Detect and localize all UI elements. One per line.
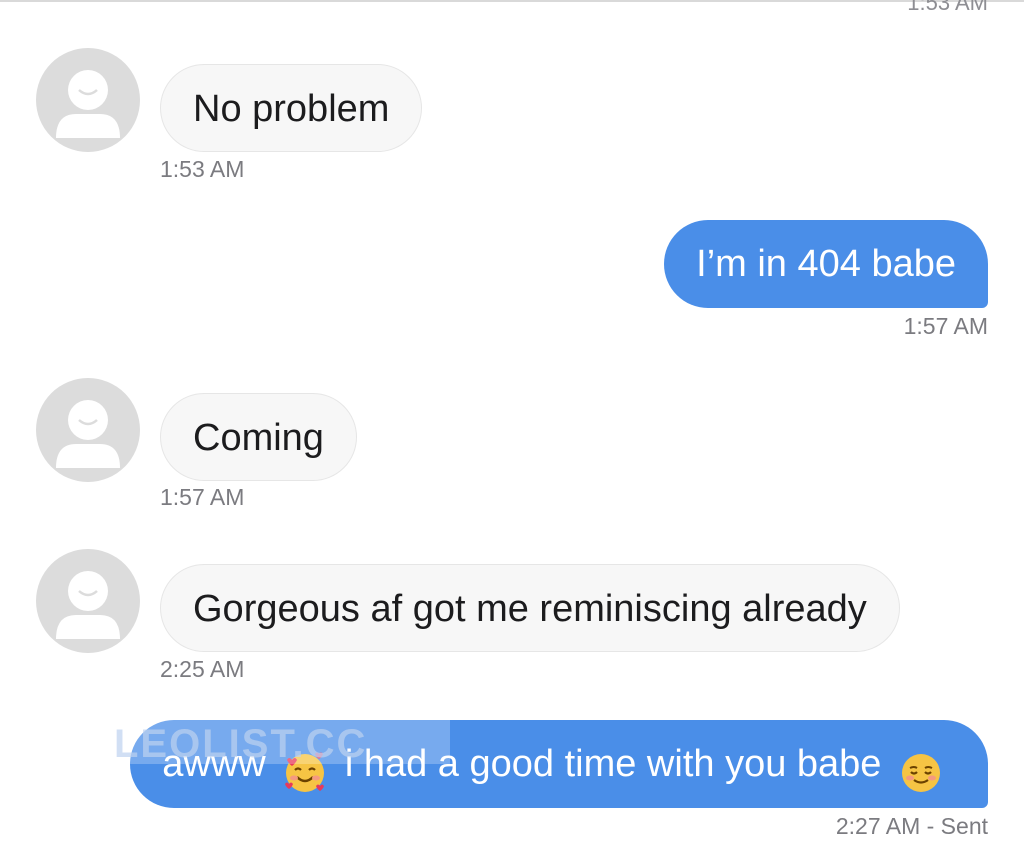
top-divider [0,0,1024,2]
message-thread: 1:53 AM No problem 1:53 AM I’m in 404 ba… [0,0,1024,857]
contact-avatar-icon[interactable] [36,48,140,152]
message-timestamp: 1:57 AM [160,484,245,510]
message-bubble-incoming[interactable]: Coming [160,393,357,481]
message-timestamp: 2:27 AM - Sent [835,813,988,839]
message-timestamp: 1:57 AM [903,313,988,339]
message-timestamp: 2:25 AM [160,656,245,682]
contact-avatar-icon[interactable] [36,549,140,653]
message-bubble-incoming[interactable]: Gorgeous af got me reminiscing already [160,564,900,652]
watermark-logo: LEOLIST.CC [100,720,450,764]
message-bubble-incoming[interactable]: No problem [160,64,423,152]
contact-avatar-icon[interactable] [36,378,140,482]
clipped-timestamp: 1:53 AM [907,0,988,15]
blushing-smile-icon [898,740,944,792]
message-bubble-outgoing[interactable]: I’m in 404 babe [664,220,988,308]
message-timestamp: 1:53 AM [160,156,245,182]
